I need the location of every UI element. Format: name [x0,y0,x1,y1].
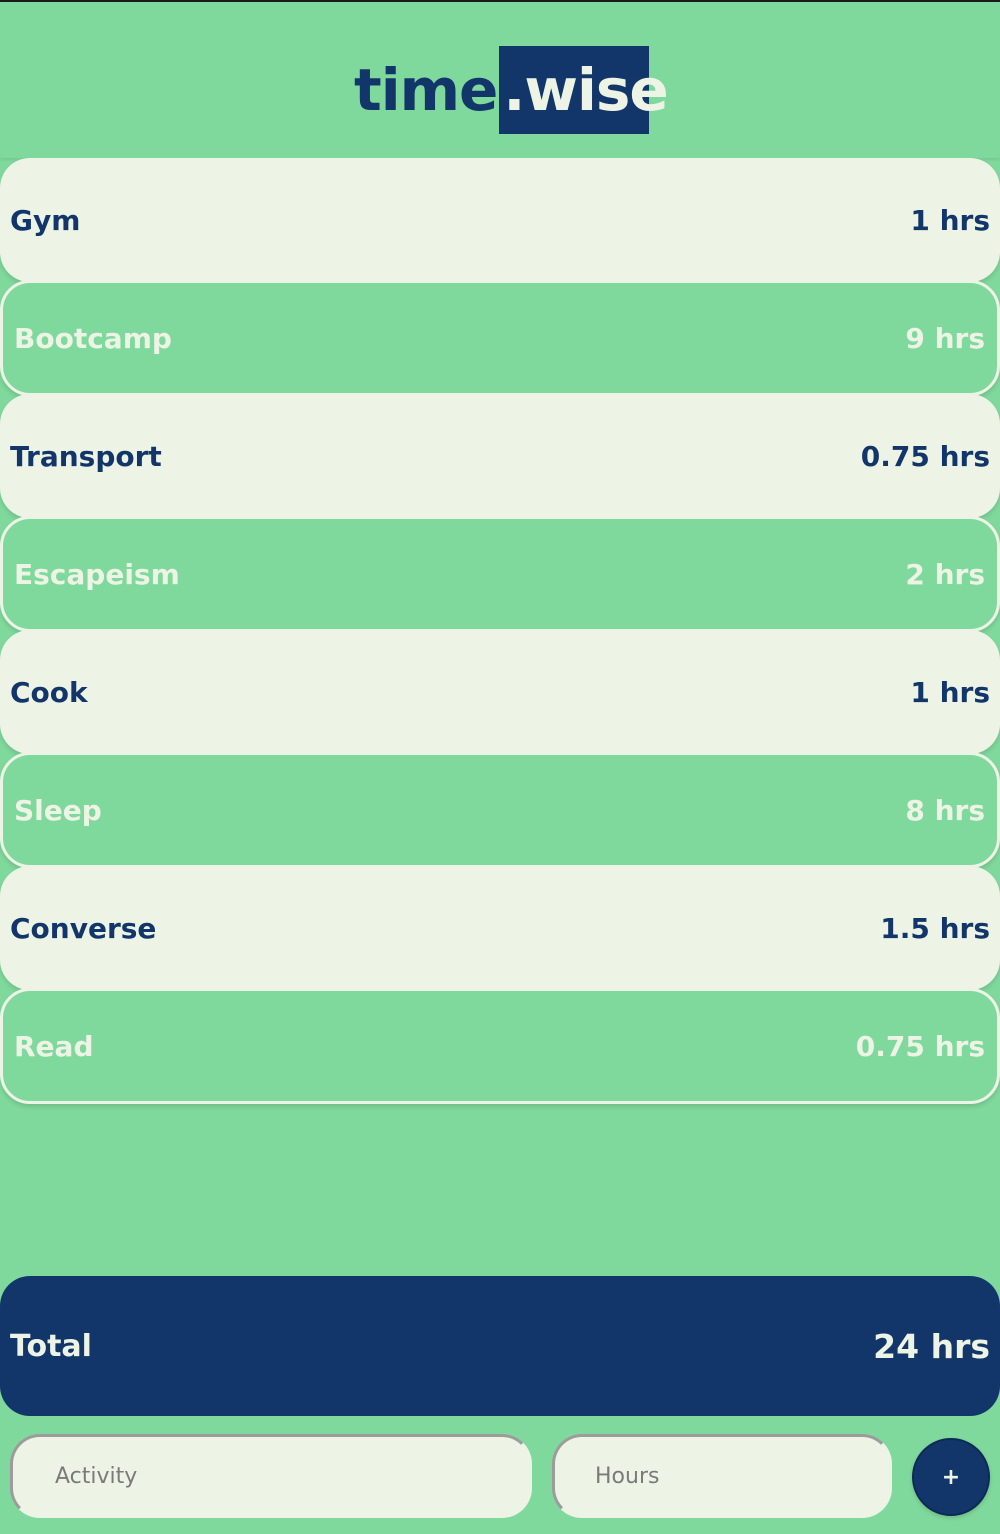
activity-hours: 1.5 hrs [880,911,990,945]
activity-name: Read [14,1029,94,1063]
activity-row[interactable]: Converse 1.5 hrs [0,866,1000,990]
total-bar: Total 24 hrs [0,1276,1000,1416]
activity-name: Escapeism [14,557,180,591]
activity-name: Cook [10,675,88,709]
activity-row[interactable]: Cook 1 hrs [0,630,1000,754]
activity-row[interactable]: Transport 0.75 hrs [0,394,1000,518]
activity-name: Bootcamp [14,321,172,355]
activity-hours: 0.75 hrs [855,1029,985,1063]
activity-hours: 9 hrs [905,321,985,355]
activity-row[interactable]: Gym 1 hrs [0,158,1000,282]
logo-text-wise: .wise [499,46,669,134]
activity-name: Sleep [14,793,102,827]
activity-list: Gym 1 hrs Bootcamp 9 hrs Transport 0.75 … [0,158,1000,1104]
activity-hours: 0.75 hrs [860,439,990,473]
hours-input[interactable] [552,1434,892,1518]
activity-row[interactable]: Read 0.75 hrs [0,988,1000,1104]
app-header: time .wise [0,2,1000,158]
activity-row[interactable]: Bootcamp 9 hrs [0,280,1000,396]
activity-hours: 1 hrs [910,675,990,709]
app-logo: time .wise [354,46,669,134]
logo-text-time: time [354,56,498,124]
activity-name: Gym [10,203,81,237]
add-activity-button[interactable]: + [912,1438,990,1516]
activity-row[interactable]: Escapeism 2 hrs [0,516,1000,632]
total-label: Total [10,1328,92,1364]
activity-hours: 1 hrs [910,203,990,237]
activity-hours: 2 hrs [905,557,985,591]
activity-hours: 8 hrs [905,793,985,827]
activity-row[interactable]: Sleep 8 hrs [0,752,1000,868]
activity-name: Transport [10,439,162,473]
activity-input[interactable] [10,1434,532,1518]
total-value: 24 hrs [873,1326,990,1366]
activity-name: Converse [10,911,157,945]
